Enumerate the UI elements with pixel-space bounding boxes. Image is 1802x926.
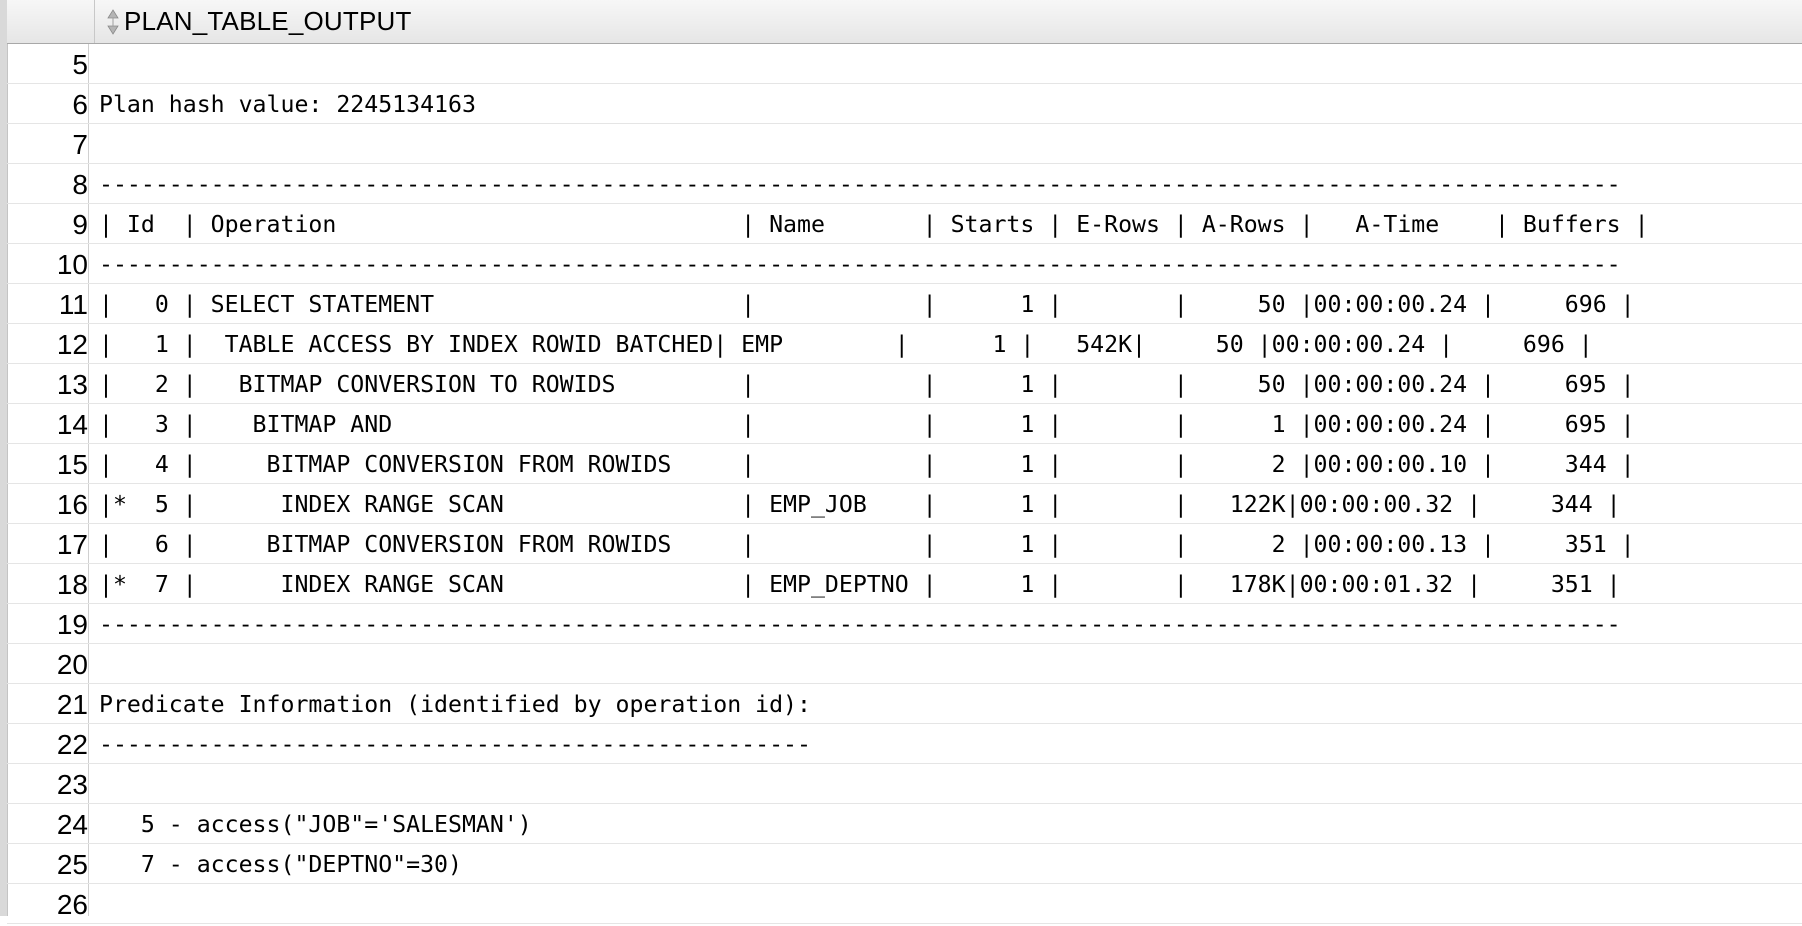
sort-icon[interactable] xyxy=(106,8,120,35)
table-row[interactable]: 21 Predicate Information (identified by o… xyxy=(7,684,1802,724)
row-number: 22 xyxy=(56,729,88,760)
results-grid: PLAN_TABLE_OUTPUT 5 6 Plan hash value: 224… xyxy=(0,0,1802,924)
plan-output-cell[interactable]: Plan hash value: 2245134163 xyxy=(99,84,476,123)
table-row[interactable]: 5 xyxy=(7,44,1802,84)
row-number: 23 xyxy=(56,769,88,800)
row-number: 11 xyxy=(58,289,88,320)
column-header-plan-table-output[interactable]: PLAN_TABLE_OUTPUT xyxy=(95,0,1802,43)
plan-output-cell[interactable]: ----------------------------------------… xyxy=(99,164,1621,203)
row-number: 13 xyxy=(56,369,88,400)
table-row[interactable]: 22 --------------------------------------… xyxy=(7,724,1802,764)
row-number: 10 xyxy=(56,249,88,280)
table-row[interactable]: 6 Plan hash value: 2245134163 xyxy=(7,84,1802,124)
table-row[interactable]: 8 ---------------------------------------… xyxy=(7,164,1802,204)
row-number: 21 xyxy=(56,689,88,720)
row-number: 6 xyxy=(72,89,88,120)
row-number: 15 xyxy=(56,449,88,480)
row-number: 16 xyxy=(56,489,88,520)
row-number: 18 xyxy=(56,569,88,600)
plan-output-cell[interactable]: |* 5 | INDEX RANGE SCAN | EMP_JOB | 1 | … xyxy=(99,484,1621,523)
row-number: 17 xyxy=(56,529,88,560)
table-row[interactable]: 14 | 3 | BITMAP AND | | 1 | | 1 |00:00:00… xyxy=(7,404,1802,444)
row-number: 25 xyxy=(56,849,88,880)
rownum-header-cell xyxy=(7,0,95,43)
table-row[interactable]: 25 7 - access("DEPTNO"=30) xyxy=(7,844,1802,884)
column-header-label: PLAN_TABLE_OUTPUT xyxy=(124,6,412,36)
plan-output-cell[interactable]: ----------------------------------------… xyxy=(99,724,811,763)
table-row[interactable]: 18 |* 7 | INDEX RANGE SCAN | EMP_DEPTNO |… xyxy=(7,564,1802,604)
plan-output-cell[interactable]: | 6 | BITMAP CONVERSION FROM ROWIDS | | … xyxy=(99,524,1635,563)
plan-output-cell[interactable]: Predicate Information (identified by ope… xyxy=(99,684,811,723)
plan-output-cell[interactable]: | 3 | BITMAP AND | | 1 | | 1 |00:00:00.2… xyxy=(99,404,1635,443)
table-row[interactable]: 24 5 - access("JOB"='SALESMAN') xyxy=(7,804,1802,844)
plan-output-cell[interactable]: |* 7 | INDEX RANGE SCAN | EMP_DEPTNO | 1… xyxy=(99,564,1621,603)
plan-output-cell[interactable]: 5 - access("JOB"='SALESMAN') xyxy=(99,804,532,843)
row-number: 19 xyxy=(56,609,88,640)
row-number: 9 xyxy=(72,209,88,240)
table-row[interactable]: 19 --------------------------------------… xyxy=(7,604,1802,644)
row-number: 12 xyxy=(56,329,88,360)
table-row[interactable]: 26 xyxy=(7,884,1802,924)
row-number: 5 xyxy=(72,49,88,80)
row-number: 24 xyxy=(56,809,88,840)
plan-output-cell[interactable]: | 0 | SELECT STATEMENT | | 1 | | 50 |00:… xyxy=(99,284,1635,323)
plan-output-cell[interactable]: 7 - access("DEPTNO"=30) xyxy=(99,844,462,883)
plan-output-cell[interactable]: ----------------------------------------… xyxy=(99,244,1621,283)
row-number: 20 xyxy=(56,649,88,680)
plan-output-cell[interactable]: | 4 | BITMAP CONVERSION FROM ROWIDS | | … xyxy=(99,444,1635,483)
table-row[interactable]: 10 --------------------------------------… xyxy=(7,244,1802,284)
row-number: 8 xyxy=(72,169,88,200)
row-number: 26 xyxy=(56,889,88,920)
grid-rows: 5 6 Plan hash value: 2245134163 7 8 ---------… xyxy=(7,44,1802,924)
table-row[interactable]: 17 | 6 | BITMAP CONVERSION FROM ROWIDS | … xyxy=(7,524,1802,564)
table-row[interactable]: 23 xyxy=(7,764,1802,804)
plan-output-cell[interactable]: | 1 | TABLE ACCESS BY INDEX ROWID BATCHE… xyxy=(99,324,1593,363)
table-row[interactable]: 7 xyxy=(7,124,1802,164)
table-row[interactable]: 13 | 2 | BITMAP CONVERSION TO ROWIDS | | … xyxy=(7,364,1802,404)
table-row[interactable]: 20 xyxy=(7,644,1802,684)
plan-output-cell[interactable]: | Id | Operation | Name | Starts | E-Row… xyxy=(99,204,1649,243)
plan-output-cell[interactable]: | 2 | BITMAP CONVERSION TO ROWIDS | | 1 … xyxy=(99,364,1635,403)
table-row[interactable]: 12 | 1 | TABLE ACCESS BY INDEX ROWID BATC… xyxy=(7,324,1802,364)
table-row[interactable]: 9 | Id | Operation | Name | Starts | E-Ro… xyxy=(7,204,1802,244)
row-number: 7 xyxy=(72,129,88,160)
grid-header: PLAN_TABLE_OUTPUT xyxy=(7,0,1802,44)
row-number: 14 xyxy=(56,409,88,440)
table-row[interactable]: 15 | 4 | BITMAP CONVERSION FROM ROWIDS | … xyxy=(7,444,1802,484)
table-row[interactable]: 11 | 0 | SELECT STATEMENT | | 1 | | 50 |0… xyxy=(7,284,1802,324)
table-row[interactable]: 16 |* 5 | INDEX RANGE SCAN | EMP_JOB | 1 … xyxy=(7,484,1802,524)
plan-output-cell[interactable]: ----------------------------------------… xyxy=(99,604,1621,643)
